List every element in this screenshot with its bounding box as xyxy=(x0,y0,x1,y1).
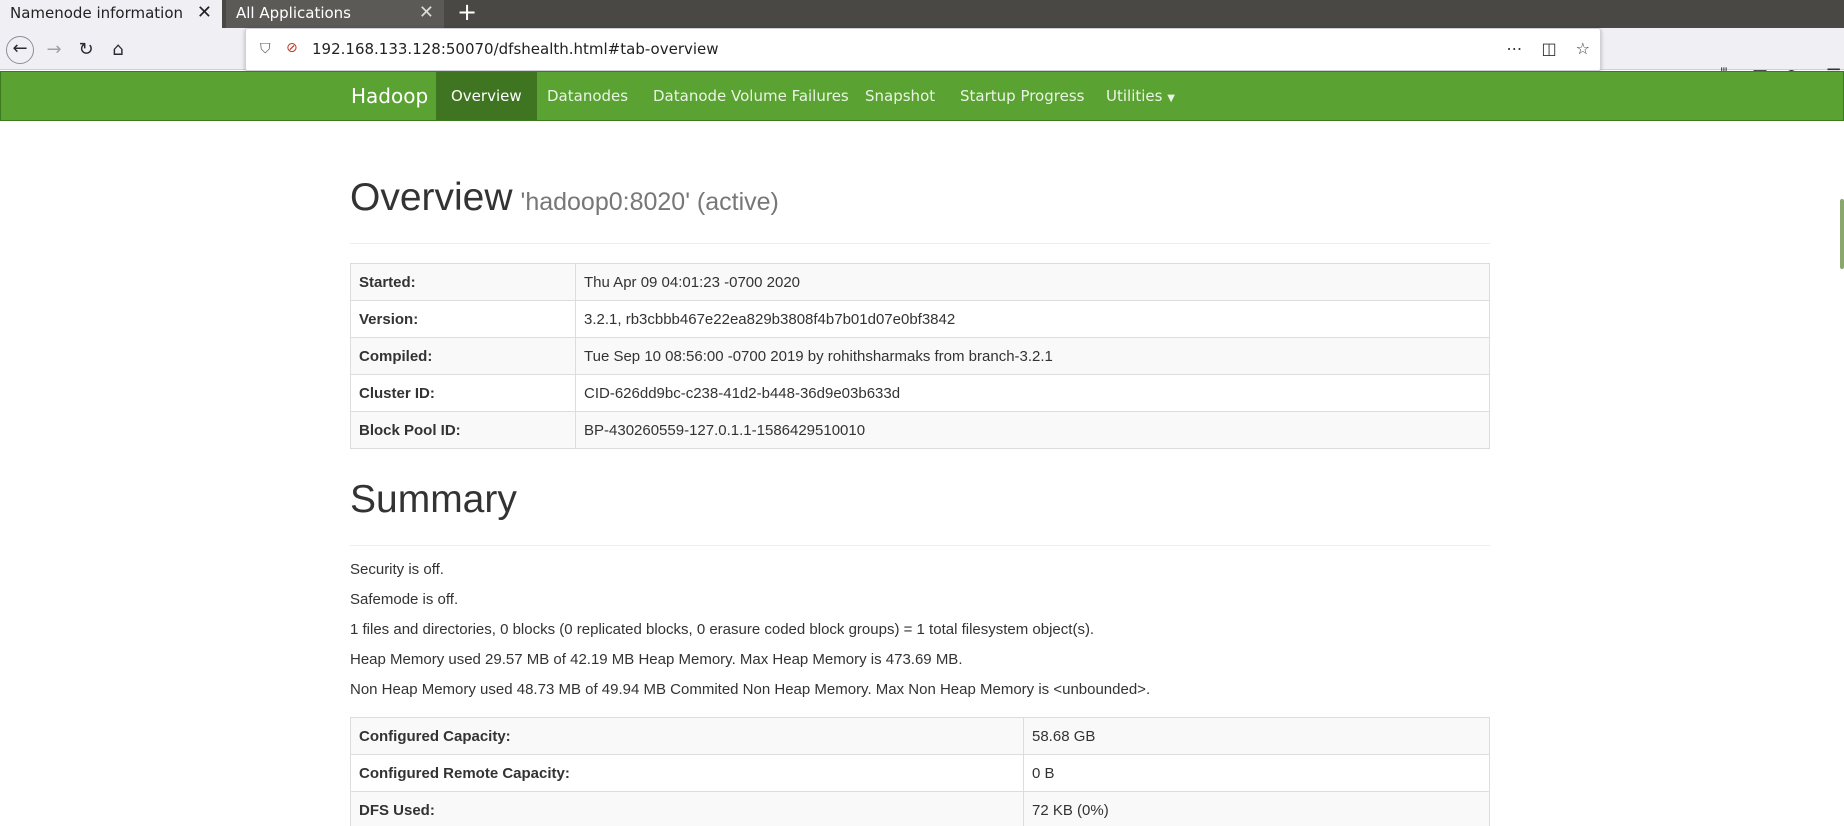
tab-title: Namenode information xyxy=(10,4,184,22)
table-row: Configured Capacity: 58.68 GB xyxy=(350,717,1490,755)
nav-overview[interactable]: Overview xyxy=(436,72,537,120)
row-value: 0 B xyxy=(1023,754,1490,792)
page-content: Hadoop Overview Datanodes Datanode Volum… xyxy=(0,71,1844,826)
summary-title: Summary xyxy=(350,478,517,521)
summary-table: Configured Capacity: 58.68 GB Configured… xyxy=(350,717,1490,826)
reload-icon[interactable]: ↻ xyxy=(72,36,100,64)
pocket-icon[interactable]: ◫ xyxy=(1541,39,1556,58)
row-value: 3.2.1, rb3cbbb467e22ea829b3808f4b7b01d07… xyxy=(575,300,1490,338)
bookmark-star-icon[interactable]: ☆ xyxy=(1576,39,1590,58)
summary-line: Security is off. xyxy=(350,561,444,578)
summary-line: Safemode is off. xyxy=(350,591,459,608)
summary-header: Summary xyxy=(350,478,1490,546)
table-row: Cluster ID: CID-626dd9bc-c238-41d2-b448-… xyxy=(350,374,1490,412)
summary-text: Security is off. Safemode is off. 1 file… xyxy=(350,561,1150,711)
row-key: DFS Used: xyxy=(350,791,1024,826)
row-key: Compiled: xyxy=(350,337,576,375)
summary-line: Non Heap Memory used 48.73 MB of 49.94 M… xyxy=(350,681,1151,698)
row-key: Started: xyxy=(350,263,576,301)
page-subtitle: 'hadoop0:8020' (active) xyxy=(520,188,779,216)
nav-startup-progress[interactable]: Startup Progress xyxy=(945,72,1099,120)
row-key: Configured Capacity: xyxy=(350,717,1024,755)
table-row: Version: 3.2.1, rb3cbbb467e22ea829b3808f… xyxy=(350,300,1490,338)
row-value: BP-430260559-127.0.1.1-1586429510010 xyxy=(575,411,1490,449)
url-bar[interactable]: ⛉ ⊘ 192.168.133.128:50070/dfshealth.html… xyxy=(245,28,1601,71)
page-title: Overview xyxy=(350,176,513,219)
shield-icon[interactable]: ⛉ xyxy=(260,41,271,57)
forward-arrow-icon[interactable]: → xyxy=(40,36,68,64)
row-value: Tue Sep 10 08:56:00 -0700 2019 by rohith… xyxy=(575,337,1490,375)
new-tab-plus-icon[interactable]: + xyxy=(456,0,478,28)
row-key: Configured Remote Capacity: xyxy=(350,754,1024,792)
back-arrow-icon[interactable]: ← xyxy=(6,36,34,64)
nav-utilities-label: Utilities xyxy=(1106,87,1163,105)
nav-datanodes[interactable]: Datanodes xyxy=(532,72,643,120)
browser-tab-namenode[interactable]: Namenode information ✕ xyxy=(0,0,222,28)
nav-snapshot[interactable]: Snapshot xyxy=(850,72,950,120)
nav-utilities[interactable]: Utilities ▼ xyxy=(1091,72,1190,120)
row-value: 58.68 GB xyxy=(1023,717,1490,755)
table-row: Block Pool ID: BP-430260559-127.0.1.1-15… xyxy=(350,411,1490,449)
row-value: Thu Apr 09 04:01:23 -0700 2020 xyxy=(575,263,1490,301)
overview-table: Started: Thu Apr 09 04:01:23 -0700 2020 … xyxy=(350,263,1490,449)
nav-datanode-volume-failures[interactable]: Datanode Volume Failures xyxy=(638,72,864,120)
row-key: Cluster ID: xyxy=(350,374,576,412)
table-row: Started: Thu Apr 09 04:01:23 -0700 2020 xyxy=(350,263,1490,301)
row-key: Block Pool ID: xyxy=(350,411,576,449)
row-value: CID-626dd9bc-c238-41d2-b448-36d9e03b633d xyxy=(575,374,1490,412)
table-row: Configured Remote Capacity: 0 B xyxy=(350,754,1490,792)
summary-line: Heap Memory used 29.57 MB of 42.19 MB He… xyxy=(350,651,963,668)
browser-tab-applications[interactable]: All Applications ✕ xyxy=(226,0,444,28)
table-row: Compiled: Tue Sep 10 08:56:00 -0700 2019… xyxy=(350,337,1490,375)
close-icon[interactable]: ✕ xyxy=(197,0,212,26)
hadoop-navbar: Hadoop Overview Datanodes Datanode Volum… xyxy=(0,71,1844,121)
table-row: DFS Used: 72 KB (0%) xyxy=(350,791,1490,826)
home-icon[interactable]: ⌂ xyxy=(104,36,132,64)
url-text[interactable]: 192.168.133.128:50070/dfshealth.html#tab… xyxy=(312,40,719,58)
insecure-lock-icon[interactable]: ⊘ xyxy=(286,40,298,56)
row-key: Version: xyxy=(350,300,576,338)
browser-tab-strip: Namenode information ✕ All Applications … xyxy=(0,0,1844,28)
close-icon[interactable]: ✕ xyxy=(419,0,434,26)
overview-header: Overview'hadoop0:8020' (active) xyxy=(350,176,1490,244)
caret-down-icon: ▼ xyxy=(1167,93,1175,104)
tab-title: All Applications xyxy=(236,4,351,22)
scrollbar-thumb[interactable] xyxy=(1840,199,1844,269)
row-value: 72 KB (0%) xyxy=(1023,791,1490,826)
summary-line: 1 files and directories, 0 blocks (0 rep… xyxy=(350,621,1095,638)
hadoop-brand[interactable]: Hadoop xyxy=(351,72,428,120)
more-actions-icon[interactable]: ⋯ xyxy=(1506,39,1522,58)
